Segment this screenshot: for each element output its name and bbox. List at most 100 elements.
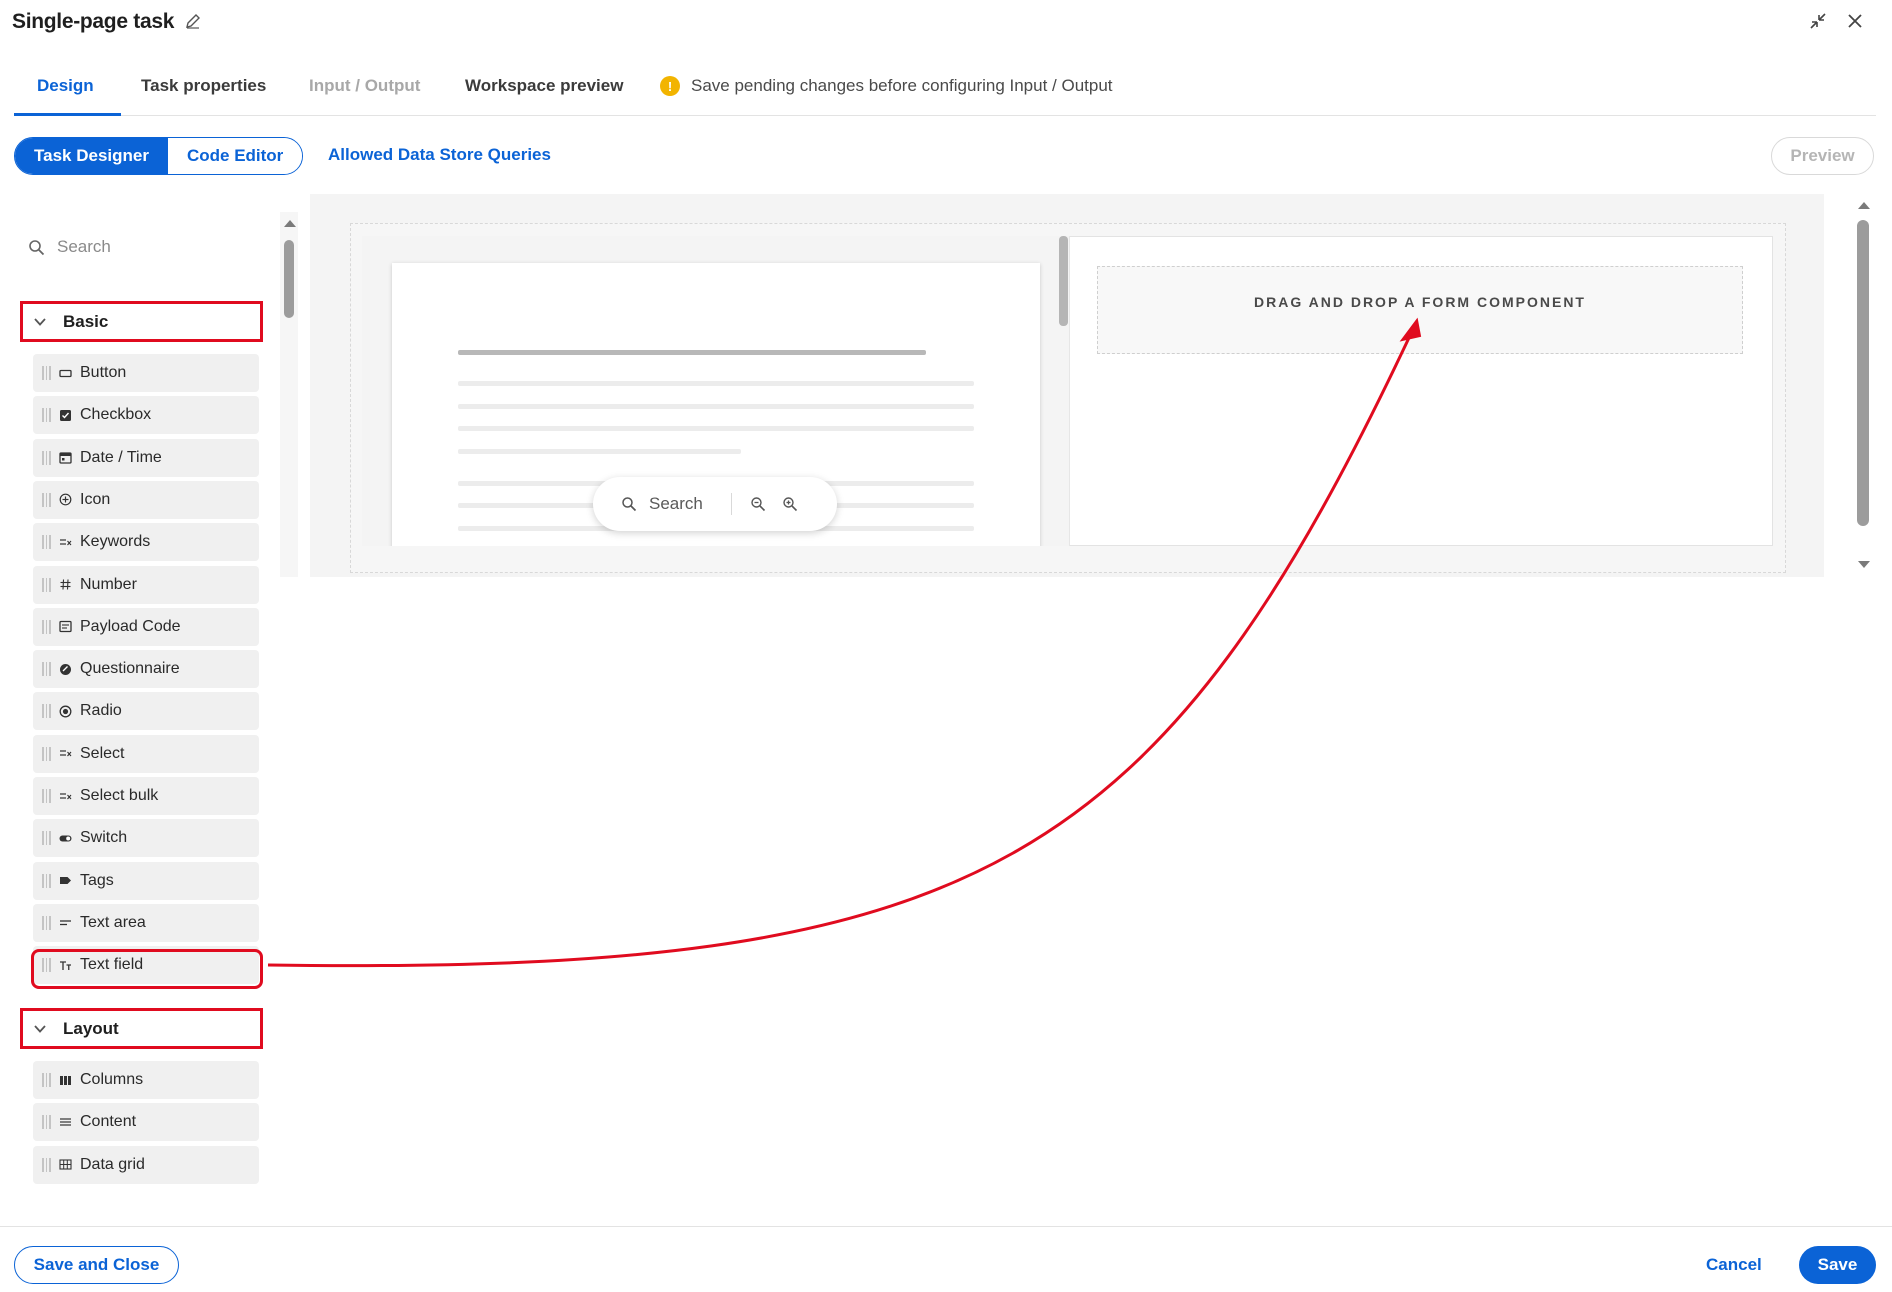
component-label: Data grid <box>80 1155 145 1173</box>
drag-handle-icon[interactable] <box>42 873 54 888</box>
collapse-icon <box>1810 13 1826 29</box>
drag-handle-icon[interactable] <box>42 408 54 423</box>
save-and-close-button[interactable]: Save and Close <box>14 1246 179 1284</box>
edit-title-icon[interactable] <box>184 12 202 30</box>
code-window-icon <box>59 620 72 633</box>
chevron-down-icon <box>34 317 46 326</box>
text-field-highlight <box>31 949 263 989</box>
content-lines-icon <box>59 1116 72 1129</box>
component-label: Text area <box>80 913 146 931</box>
drag-handle-icon[interactable] <box>42 492 54 507</box>
group-label: Basic <box>63 311 109 331</box>
list-filter-icon <box>59 790 72 803</box>
close-button[interactable] <box>1842 8 1868 34</box>
component-search[interactable]: Search <box>28 237 111 257</box>
tab-design[interactable]: Design <box>37 76 94 96</box>
footer-divider <box>0 1226 1892 1227</box>
drag-handle-icon[interactable] <box>42 915 54 930</box>
component-label: Icon <box>80 490 111 508</box>
component-select[interactable]: Select <box>33 734 259 773</box>
task-designer-button[interactable]: Task Designer <box>15 138 168 174</box>
text-lines-icon <box>59 916 72 929</box>
search-icon <box>29 239 45 255</box>
tab-bar: Design Task properties Input / Output Wo… <box>14 62 1876 116</box>
drag-handle-icon[interactable] <box>42 450 54 465</box>
drag-handle-icon[interactable] <box>42 535 54 550</box>
save-button[interactable]: Save <box>1799 1246 1876 1284</box>
pending-changes-warning: ! Save pending changes before configurin… <box>660 76 1113 96</box>
scroll-up-icon[interactable] <box>1857 200 1871 210</box>
drop-zone-label: DRAG AND DROP A FORM COMPONENT <box>1254 294 1586 310</box>
component-number[interactable]: Number <box>33 565 259 604</box>
minimize-button[interactable] <box>1805 8 1831 34</box>
cancel-button[interactable]: Cancel <box>1706 1255 1762 1275</box>
group-header-basic[interactable]: Basic <box>20 301 263 342</box>
drag-handle-icon[interactable] <box>42 704 54 719</box>
grid-icon <box>59 1158 72 1171</box>
component-palette: Search Basic Button Checkbox Date / Time Ic… <box>14 212 284 1212</box>
allowed-data-store-queries-link[interactable]: Allowed Data Store Queries <box>328 145 551 165</box>
preview-button[interactable]: Preview <box>1771 137 1874 175</box>
canvas-scrollbar-thumb[interactable] <box>1857 220 1869 526</box>
drag-handle-icon[interactable] <box>42 1157 54 1172</box>
drag-handle-icon[interactable] <box>42 1115 54 1130</box>
component-select-bulk[interactable]: Select bulk <box>33 777 259 815</box>
drag-handle-icon[interactable] <box>42 366 54 380</box>
tab-workspace-preview[interactable]: Workspace preview <box>465 76 623 96</box>
drag-handle-icon[interactable] <box>42 662 54 677</box>
drag-handle-icon[interactable] <box>42 789 54 803</box>
scroll-down-icon[interactable] <box>1857 560 1871 570</box>
tag-icon <box>59 874 72 887</box>
scroll-up-icon[interactable] <box>283 218 297 228</box>
drag-handle-icon[interactable] <box>42 1073 54 1087</box>
component-switch[interactable]: Switch <box>33 819 259 858</box>
zoom-out-icon[interactable] <box>750 496 766 512</box>
page-title: Single-page task <box>12 10 175 33</box>
calendar-icon <box>59 451 72 464</box>
columns-icon <box>59 1074 72 1087</box>
document-search-toolbar: Search <box>593 477 837 531</box>
component-columns[interactable]: Columns <box>33 1061 259 1099</box>
drag-handle-icon[interactable] <box>42 831 54 846</box>
tab-input-output[interactable]: Input / Output <box>309 76 420 96</box>
component-label: Checkbox <box>80 406 152 424</box>
plus-circle-icon <box>59 493 72 506</box>
radio-icon <box>59 705 72 718</box>
group-header-layout[interactable]: Layout <box>20 1008 263 1049</box>
component-date-time[interactable]: Date / Time <box>33 438 259 477</box>
form-drop-zone[interactable]: DRAG AND DROP A FORM COMPONENT <box>1097 266 1743 354</box>
component-label: Switch <box>80 829 128 847</box>
component-questionnaire[interactable]: Questionnaire <box>33 650 259 689</box>
drag-handle-icon[interactable] <box>42 619 54 634</box>
doc-text-line <box>458 449 741 454</box>
component-data-grid[interactable]: Data grid <box>33 1145 259 1184</box>
close-icon <box>1848 14 1862 28</box>
component-label: Select <box>80 744 125 762</box>
tab-task-properties[interactable]: Task properties <box>141 76 266 96</box>
checkbox-icon <box>59 409 72 422</box>
doc-text-line <box>458 426 974 431</box>
component-label: Date / Time <box>80 448 162 466</box>
component-label: Button <box>80 364 127 381</box>
component-checkbox[interactable]: Checkbox <box>33 396 259 435</box>
drag-handle-icon[interactable] <box>42 577 54 592</box>
component-icon[interactable]: Icon <box>33 480 259 519</box>
palette-scrollbar-thumb[interactable] <box>284 240 294 318</box>
warning-icon: ! <box>660 76 680 96</box>
component-content[interactable]: Content <box>33 1103 259 1142</box>
warning-text: Save pending changes before configuring … <box>691 76 1113 95</box>
zoom-in-icon[interactable] <box>782 496 798 512</box>
list-filter-icon <box>59 747 72 760</box>
drag-handle-icon[interactable] <box>42 746 54 761</box>
questionnaire-icon <box>59 663 72 676</box>
document-scrollbar-thumb[interactable] <box>1059 236 1068 326</box>
title-bar: Single-page task <box>0 0 1892 44</box>
component-keywords[interactable]: Keywords <box>33 523 259 562</box>
component-tags[interactable]: Tags <box>33 861 259 900</box>
component-payload-code[interactable]: Payload Code <box>33 607 259 646</box>
document-search-input[interactable]: Search <box>649 494 703 514</box>
component-text-area[interactable]: Text area <box>33 903 259 942</box>
component-radio[interactable]: Radio <box>33 692 259 731</box>
component-button[interactable]: Button <box>33 354 259 392</box>
code-editor-button[interactable]: Code Editor <box>167 138 303 174</box>
